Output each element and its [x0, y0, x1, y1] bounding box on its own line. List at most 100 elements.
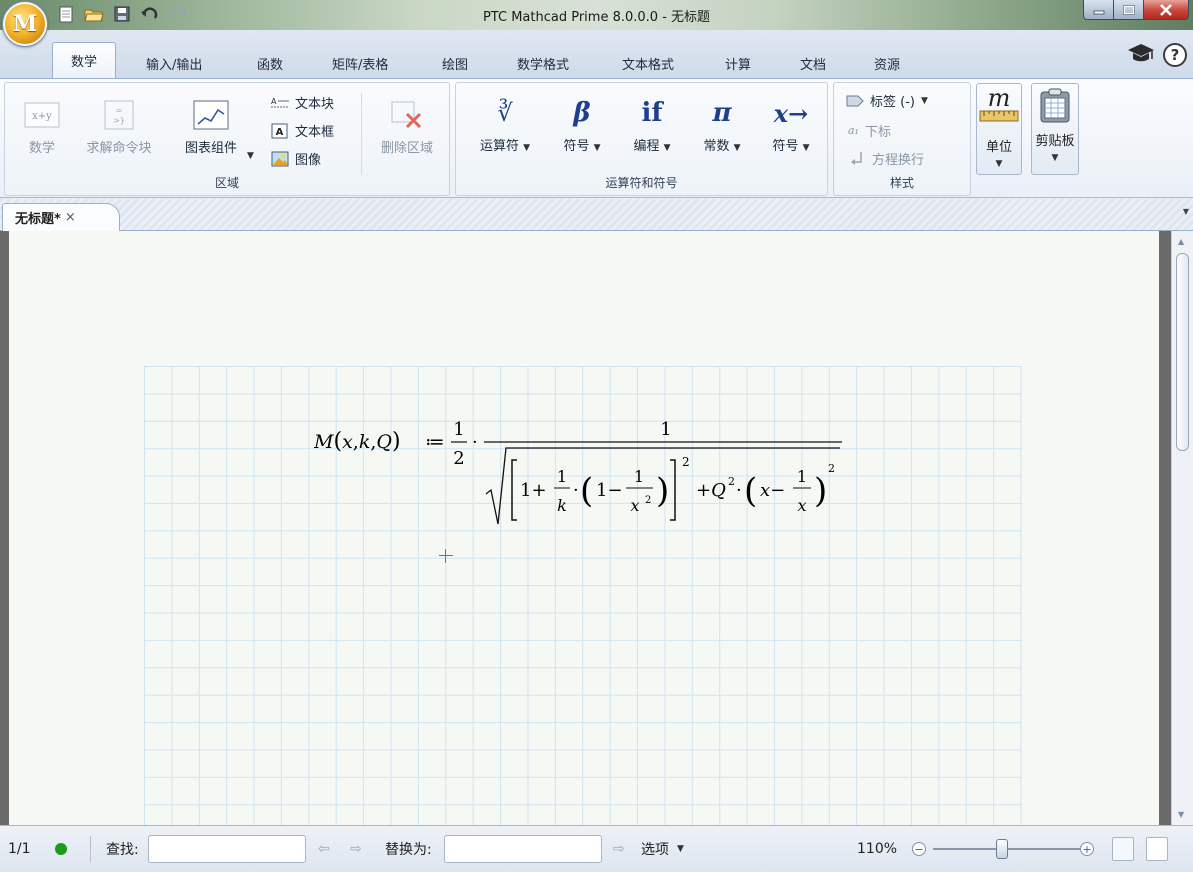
operators-label: 运算符 ▼ [479, 139, 531, 154]
svg-text:·: · [736, 480, 742, 501]
svg-text:): ) [814, 471, 827, 511]
assign-operator: ≔ [425, 431, 445, 453]
tab-resources[interactable]: 资源 [868, 48, 906, 78]
clipboard-button[interactable]: 剪贴板 ▼ [1031, 83, 1079, 175]
delete-region-button[interactable]: 删除区域 [371, 97, 443, 156]
math-icon-text: x+y [32, 111, 52, 122]
draft-view-icon[interactable] [1146, 837, 1168, 861]
equation-break-button[interactable]: 方程换行 [848, 149, 924, 168]
zoom-slider[interactable] [933, 839, 1083, 859]
scroll-up-arrow-icon[interactable]: ▲ [1178, 237, 1184, 246]
symbolics-button[interactable]: x→ 符号 ▼ [758, 95, 824, 155]
subscript-button[interactable]: a₁ 下标 [848, 121, 891, 140]
if-icon: if [641, 98, 663, 128]
svg-text:(: ( [744, 471, 757, 511]
clipboard-icon [1040, 88, 1070, 123]
svg-text:): ) [656, 471, 669, 511]
text-block-label: 文本块 [295, 97, 335, 112]
zoom-slider-thumb[interactable] [996, 839, 1008, 859]
math-lhs: M(x,k,Q) [314, 429, 401, 454]
options-button[interactable]: 选项 ▼ [641, 839, 684, 859]
tab-math-formatting[interactable]: 数学格式 [511, 48, 575, 78]
worksheet-page[interactable]: M(x,k,Q) ≔ 1 2 · 1 2 1+ 1 k · (1− 1 x 2… [9, 231, 1159, 825]
svg-text:2: 2 [728, 475, 735, 488]
find-previous-icon[interactable]: ⇦ [318, 841, 330, 857]
options-dropdown-arrow-icon: ▼ [677, 844, 684, 854]
app-logo: M [12, 11, 38, 37]
document-tab-name: 无标题* [15, 212, 61, 227]
svg-text:x−: x− [760, 480, 785, 501]
text-box-button[interactable]: A 文本框 [271, 121, 334, 140]
find-label: 查找: [106, 842, 139, 858]
image-button[interactable]: 图像 [271, 149, 321, 168]
solve-block-button[interactable]: = >} 求解命令块 [79, 97, 159, 156]
group-divider [361, 93, 362, 175]
style-group-label: 样式 [889, 176, 914, 190]
units-m-icon: m [987, 84, 1011, 112]
text-box-label: 文本框 [295, 125, 335, 140]
app-menu-button[interactable]: M [3, 2, 47, 46]
replace-icon[interactable]: ⇨ [613, 841, 625, 857]
zoom-out-icon[interactable]: − [912, 842, 926, 856]
page-view-icon[interactable] [1112, 837, 1134, 861]
tab-plots[interactable]: 绘图 [436, 48, 474, 78]
tab-list-arrow-icon[interactable]: ▼ [1183, 207, 1189, 216]
tag-button[interactable]: 标签 (-) ▼ [846, 91, 928, 110]
maximize-icon[interactable] [1113, 0, 1143, 20]
line-break-icon [848, 151, 866, 167]
svg-text:A: A [276, 127, 284, 138]
math-region[interactable]: M(x,k,Q) ≔ 1 2 · 1 2 1+ 1 k · (1− 1 x 2… [313, 412, 854, 547]
separator [90, 836, 91, 862]
math-expression[interactable]: M(x,k,Q) ≔ 1 2 · 1 2 1+ 1 k · (1− 1 x 2… [313, 412, 854, 542]
units-button[interactable]: m 单位 ▼ [976, 83, 1022, 175]
main-numerator: 1 [660, 419, 671, 440]
zoom-in-icon[interactable]: + [1080, 842, 1094, 856]
text-block-button[interactable]: A 文本块 [271, 93, 334, 112]
chart-component-button[interactable]: 图表组件 [171, 97, 251, 156]
beta-icon: β [573, 98, 591, 128]
vertical-scrollbar[interactable]: ▲ ▼ [1171, 231, 1193, 825]
tab-document[interactable]: 文档 [794, 48, 832, 78]
insert-math-button[interactable]: x+y 数学 [19, 97, 65, 156]
tab-math[interactable]: 数学 [52, 42, 117, 78]
constants-button[interactable]: π 常数 ▼ [690, 95, 754, 154]
tab-text-formatting[interactable]: 文本格式 [616, 48, 680, 78]
tab-input-output[interactable]: 输入/输出 [140, 48, 208, 78]
square-exponent: 2 [682, 455, 690, 469]
symbols-button[interactable]: β 符号 ▼ [550, 95, 614, 154]
find-next-icon[interactable]: ⇨ [350, 841, 362, 857]
find-input[interactable] [148, 835, 306, 863]
equation-break-label: 方程换行 [872, 153, 925, 168]
help-area: ? [1127, 42, 1187, 68]
operators-button[interactable]: ∛ 运算符 ▼ [470, 95, 540, 154]
help-icon[interactable]: ? [1163, 43, 1187, 67]
svg-text:·: · [573, 480, 579, 501]
operators-group-label: 运算符和符号 [605, 176, 678, 190]
scroll-down-arrow-icon[interactable]: ▼ [1178, 810, 1184, 819]
delete-region-label: 删除区域 [380, 141, 433, 156]
chart-dropdown-arrow-icon[interactable]: ▼ [247, 151, 254, 161]
tab-calculation[interactable]: 计算 [719, 48, 757, 78]
chart-icon [193, 97, 229, 133]
close-tab-icon[interactable]: × [65, 210, 76, 225]
programming-button[interactable]: if 编程 ▼ [620, 95, 684, 154]
close-icon[interactable] [1143, 0, 1189, 20]
svg-text:A: A [271, 97, 277, 106]
replace-input[interactable] [444, 835, 602, 863]
operators-symbols-group: ∛ 运算符 ▼ β 符号 ▼ if 编程 ▼ π 常数 ▼ x→ 符号 ▼ 运算… [455, 82, 828, 196]
learning-cap-icon[interactable] [1127, 42, 1155, 68]
svg-text:k: k [557, 496, 567, 515]
cube-root-icon: ∛ [497, 99, 513, 127]
tab-matrices-tables[interactable]: 矩阵/表格 [326, 48, 394, 78]
region-group: x+y 数学 = >} 求解命令块 图表组件 ▼ A 文本块 A 文本框 图像 … [4, 82, 450, 196]
document-tab[interactable]: 无标题* × [2, 203, 120, 231]
chart-component-label: 图表组件 [184, 141, 237, 156]
tab-functions[interactable]: 函数 [251, 48, 289, 78]
minimize-icon[interactable] [1083, 0, 1113, 20]
insertion-cursor [439, 549, 453, 563]
svg-text:x: x [630, 496, 639, 515]
svg-text:2: 2 [645, 495, 651, 506]
scroll-thumb[interactable] [1176, 253, 1189, 451]
tag-dropdown-arrow-icon[interactable]: ▼ [921, 96, 928, 106]
title-bar: PTC Mathcad Prime 8.0.0.0 - 无标题 [0, 0, 1193, 30]
